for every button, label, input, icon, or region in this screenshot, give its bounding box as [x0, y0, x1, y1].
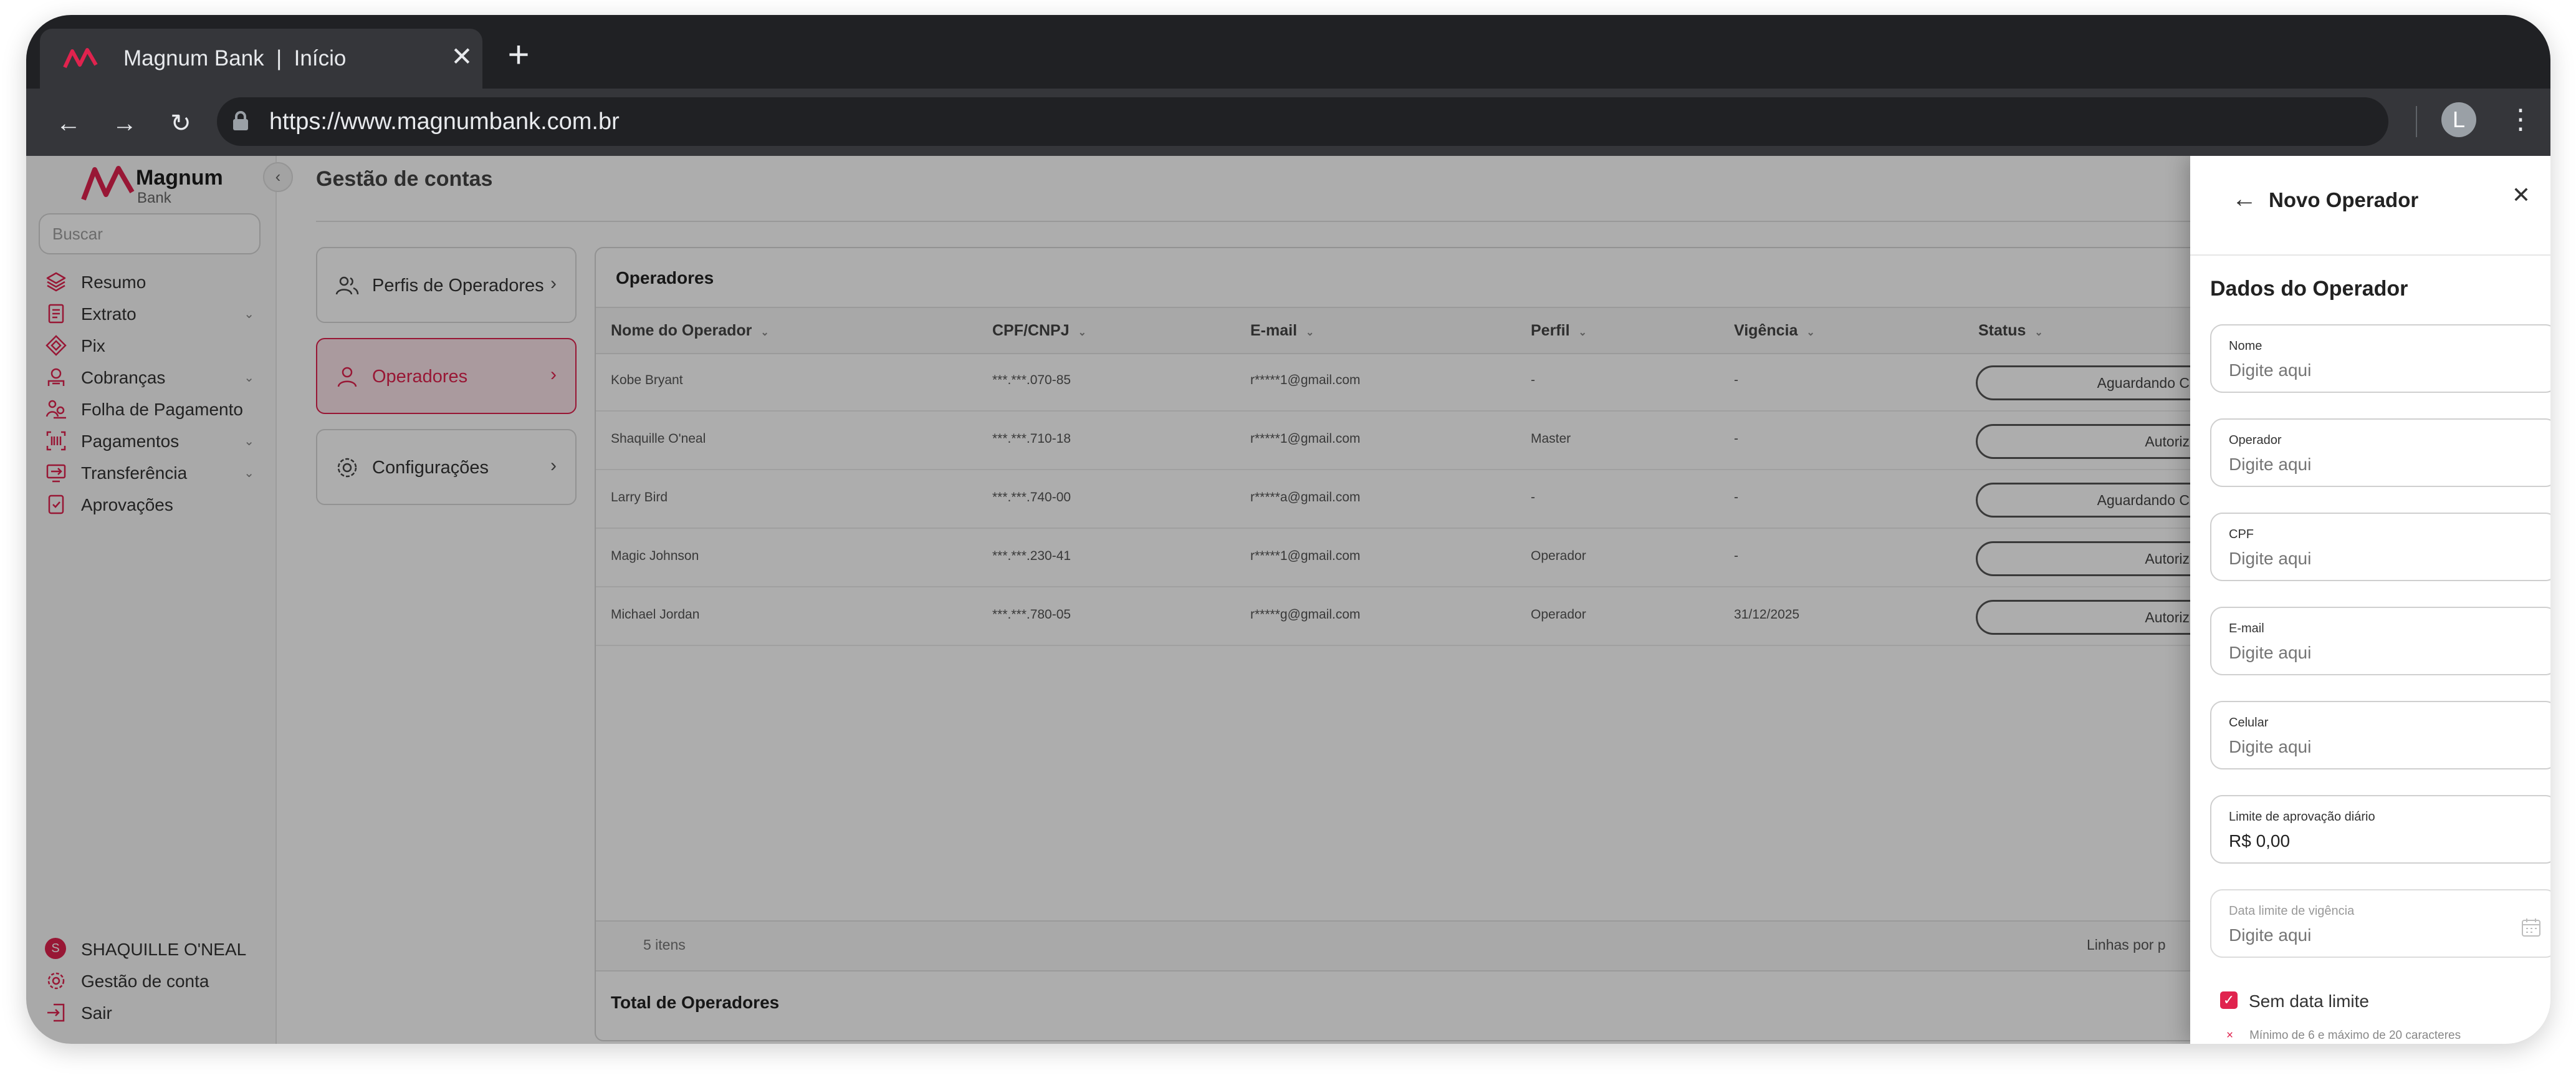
close-tab-icon[interactable]: ✕ — [446, 41, 477, 72]
browser-window: Magnum Bank | Início ✕ + ← → ↻ https://w… — [26, 15, 2550, 1044]
back-icon[interactable]: ← — [51, 106, 86, 141]
browser-menu-icon[interactable]: ⋮ — [2507, 102, 2534, 140]
field-label: Operador — [2229, 433, 2282, 447]
field-label: Limite de aprovação diário — [2229, 810, 2375, 824]
url-bar[interactable]: https://www.magnumbank.com.br — [217, 97, 2388, 146]
browser-tab[interactable]: Magnum Bank | Início ✕ — [40, 29, 482, 89]
name-input[interactable] — [2229, 360, 2528, 380]
section-title: Dados do Operador — [2210, 277, 2408, 301]
no-limit-checkbox[interactable]: ✓ — [2220, 991, 2238, 1009]
drawer-header: ← Novo Operador ✕ — [2190, 156, 2550, 256]
no-limit-label: Sem data limite — [2249, 991, 2369, 1011]
field-label: Data limite de vigência — [2229, 904, 2355, 918]
validity-date-input — [2229, 925, 2528, 945]
url-text: https://www.magnumbank.com.br — [269, 108, 620, 135]
field-label: Celular — [2229, 716, 2269, 730]
reload-icon[interactable]: ↻ — [163, 106, 198, 141]
validation-hint: × Mínimo de 6 e máximo de 20 caracteres — [2226, 1029, 2461, 1043]
validity-date-field: Data limite de vigência — [2210, 889, 2550, 958]
error-x-icon: × — [2226, 1029, 2234, 1042]
toolbar-divider — [2416, 106, 2417, 137]
calendar-icon — [2522, 918, 2540, 937]
modal-overlay[interactable] — [26, 156, 2190, 1044]
email-input[interactable] — [2229, 643, 2528, 663]
daily-limit-field[interactable]: Limite de aprovação diário — [2210, 795, 2550, 864]
magnum-favicon-icon — [63, 48, 98, 69]
profile-avatar[interactable]: L — [2441, 102, 2476, 137]
forward-icon[interactable]: → — [107, 106, 142, 141]
close-icon[interactable]: ✕ — [2506, 180, 2537, 211]
field-label: E-mail — [2229, 622, 2264, 635]
field-label: CPF — [2229, 528, 2254, 541]
cpf-input[interactable] — [2229, 549, 2528, 569]
address-bar: ← → ↻ https://www.magnumbank.com.br L ⋮ — [26, 89, 2550, 156]
phone-field[interactable]: Celular — [2210, 701, 2550, 769]
field-label: Nome — [2229, 339, 2262, 353]
hint-text: Mínimo de 6 e máximo de 20 caracteres — [2249, 1029, 2461, 1042]
cpf-field[interactable]: CPF — [2210, 513, 2550, 581]
operator-field[interactable]: Operador — [2210, 418, 2550, 487]
back-arrow-icon[interactable]: ← — [2229, 183, 2260, 215]
tab-title: Magnum Bank | Início — [123, 46, 347, 70]
name-field[interactable]: Nome — [2210, 324, 2550, 393]
new-tab-icon[interactable]: + — [500, 36, 537, 75]
page-viewport: Magnum Bank ‹ Buscar Resumo Extrato ⌄ Pi… — [26, 156, 2550, 1044]
tab-strip: Magnum Bank | Início ✕ + — [26, 15, 2550, 89]
daily-limit-input[interactable] — [2229, 831, 2528, 851]
new-operator-drawer: ← Novo Operador ✕ Dados do Operador Nome… — [2190, 156, 2550, 1044]
operator-input[interactable] — [2229, 455, 2528, 475]
drawer-title: Novo Operador — [2269, 188, 2419, 211]
lock-icon — [233, 111, 248, 130]
phone-input[interactable] — [2229, 737, 2528, 757]
email-field[interactable]: E-mail — [2210, 607, 2550, 675]
